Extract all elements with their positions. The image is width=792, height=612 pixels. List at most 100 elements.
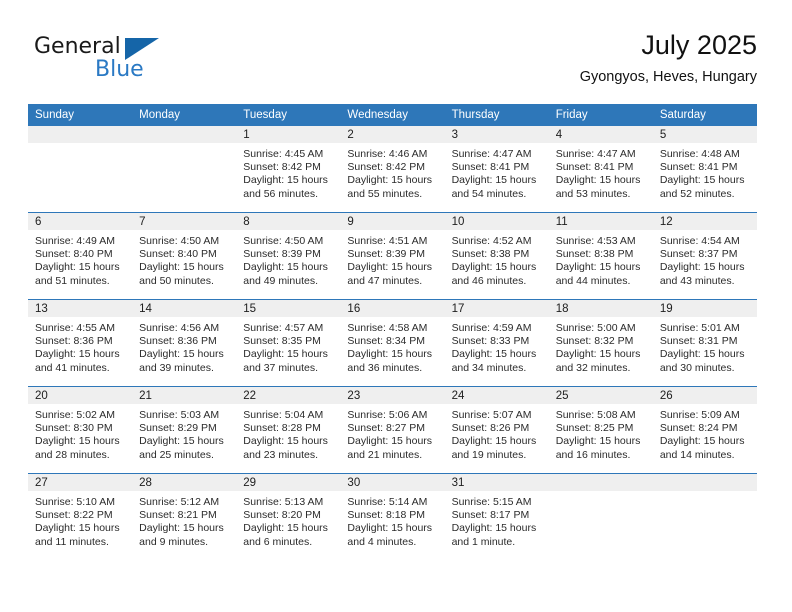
title-block: July 2025 Gyongyos, Heves, Hungary bbox=[580, 28, 757, 86]
daylight-text-line2: and 36 minutes. bbox=[347, 361, 423, 374]
daylight-text-line1: Daylight: 15 hours bbox=[347, 348, 433, 361]
calendar-table: Sunday Monday Tuesday Wednesday Thursday… bbox=[28, 104, 757, 560]
daylight-text-line1: Daylight: 15 hours bbox=[555, 435, 641, 448]
logo-text-blue: Blue bbox=[95, 57, 144, 82]
day-number: 26 bbox=[652, 387, 757, 404]
calendar-day-cell[interactable]: 31 Sunrise: 5:15 AM Sunset: 8:17 PM Dayl… bbox=[444, 473, 549, 560]
daylight-text-line1: Daylight: 15 hours bbox=[347, 435, 433, 448]
calendar-day-cell[interactable]: 3 Sunrise: 4:47 AM Sunset: 8:41 PM Dayli… bbox=[444, 126, 549, 213]
sunrise-text: Sunrise: 5:09 AM bbox=[659, 409, 740, 421]
sunrise-text: Sunrise: 4:45 AM bbox=[243, 148, 324, 160]
sunset-text: Sunset: 8:21 PM bbox=[139, 509, 217, 522]
daylight-text-line1: Daylight: 15 hours bbox=[139, 348, 224, 361]
day-number: 1 bbox=[236, 126, 341, 143]
calendar-day-cell[interactable]: 22 Sunrise: 5:04 AM Sunset: 8:28 PM Dayl… bbox=[236, 386, 341, 474]
day-details bbox=[132, 143, 236, 148]
calendar-week-row: 6 Sunrise: 4:49 AM Sunset: 8:40 PM Dayli… bbox=[28, 212, 757, 300]
calendar-day-cell[interactable]: 28 Sunrise: 5:12 AM Sunset: 8:21 PM Dayl… bbox=[132, 473, 237, 560]
sunrise-text: Sunrise: 4:55 AM bbox=[35, 322, 115, 334]
location-subtitle: Gyongyos, Heves, Hungary bbox=[579, 69, 757, 85]
calendar-day-cell[interactable]: 29 Sunrise: 5:13 AM Sunset: 8:20 PM Dayl… bbox=[236, 473, 341, 560]
day-details: Sunrise: 4:47 AM Sunset: 8:41 PM Dayligh… bbox=[445, 143, 549, 201]
day-details: Sunrise: 4:45 AM Sunset: 8:42 PM Dayligh… bbox=[236, 143, 340, 201]
calendar-week-row: 1 Sunrise: 4:45 AM Sunset: 8:42 PM Dayli… bbox=[28, 126, 757, 213]
calendar-day-cell[interactable]: 7 Sunrise: 4:50 AM Sunset: 8:40 PM Dayli… bbox=[132, 212, 237, 300]
day-number: 16 bbox=[340, 300, 445, 317]
sunrise-text: Sunrise: 5:01 AM bbox=[659, 322, 740, 334]
daylight-text-line2: and 52 minutes. bbox=[659, 187, 735, 200]
calendar-day-cell[interactable]: 5 Sunrise: 4:48 AM Sunset: 8:41 PM Dayli… bbox=[652, 126, 757, 213]
calendar-day-cell[interactable]: 23 Sunrise: 5:06 AM Sunset: 8:27 PM Dayl… bbox=[340, 386, 445, 474]
calendar-day-cell[interactable]: 25 Sunrise: 5:08 AM Sunset: 8:25 PM Dayl… bbox=[548, 386, 653, 474]
calendar-day-cell[interactable]: 26 Sunrise: 5:09 AM Sunset: 8:24 PM Dayl… bbox=[652, 386, 757, 474]
sunset-text: Sunset: 8:40 PM bbox=[139, 248, 217, 261]
day-number bbox=[28, 126, 133, 143]
sunset-text: Sunset: 8:42 PM bbox=[347, 161, 426, 174]
day-details: Sunrise: 5:09 AM Sunset: 8:24 PM Dayligh… bbox=[653, 404, 757, 462]
calendar-day-cell[interactable]: 11 Sunrise: 4:53 AM Sunset: 8:38 PM Dayl… bbox=[548, 212, 653, 300]
general-blue-logo[interactable]: General Blue bbox=[34, 34, 214, 90]
calendar-day-cell[interactable]: 9 Sunrise: 4:51 AM Sunset: 8:39 PM Dayli… bbox=[340, 212, 445, 300]
calendar-day-cell[interactable]: 1 Sunrise: 4:45 AM Sunset: 8:42 PM Dayli… bbox=[236, 126, 341, 213]
daylight-text-line1: Daylight: 15 hours bbox=[451, 174, 537, 187]
sunset-text: Sunset: 8:25 PM bbox=[555, 422, 634, 435]
daylight-text-line2: and 1 minute. bbox=[451, 535, 516, 548]
sunset-text: Sunset: 8:36 PM bbox=[35, 335, 113, 348]
calendar-header-row: Sunday Monday Tuesday Wednesday Thursday… bbox=[28, 104, 757, 126]
day-details: Sunrise: 5:07 AM Sunset: 8:26 PM Dayligh… bbox=[445, 404, 549, 462]
daylight-text-line2: and 19 minutes. bbox=[451, 448, 527, 461]
day-details: Sunrise: 5:15 AM Sunset: 8:17 PM Dayligh… bbox=[445, 491, 549, 549]
day-details bbox=[653, 491, 757, 496]
day-number: 18 bbox=[548, 300, 653, 317]
day-details bbox=[28, 143, 132, 148]
calendar-day-cell[interactable]: 16 Sunrise: 4:58 AM Sunset: 8:34 PM Dayl… bbox=[340, 299, 445, 387]
daylight-text-line1: Daylight: 15 hours bbox=[243, 261, 328, 274]
calendar-day-cell[interactable]: 10 Sunrise: 4:52 AM Sunset: 8:38 PM Dayl… bbox=[444, 212, 549, 300]
day-number: 12 bbox=[652, 213, 757, 230]
calendar-day-cell[interactable]: 27 Sunrise: 5:10 AM Sunset: 8:22 PM Dayl… bbox=[28, 473, 133, 560]
sunset-text: Sunset: 8:30 PM bbox=[35, 422, 113, 435]
calendar-day-cell[interactable]: 14 Sunrise: 4:56 AM Sunset: 8:36 PM Dayl… bbox=[132, 299, 237, 387]
calendar-day-cell bbox=[652, 473, 757, 560]
daylight-text-line1: Daylight: 15 hours bbox=[243, 174, 328, 187]
calendar-day-cell[interactable]: 13 Sunrise: 4:55 AM Sunset: 8:36 PM Dayl… bbox=[28, 299, 133, 387]
sunset-text: Sunset: 8:38 PM bbox=[555, 248, 634, 261]
sunrise-text: Sunrise: 4:53 AM bbox=[555, 235, 636, 247]
sunrise-text: Sunrise: 4:49 AM bbox=[35, 235, 115, 247]
day-number: 19 bbox=[652, 300, 757, 317]
daylight-text-line1: Daylight: 15 hours bbox=[347, 522, 433, 535]
daylight-text-line1: Daylight: 15 hours bbox=[659, 261, 745, 274]
calendar-day-cell[interactable]: 8 Sunrise: 4:50 AM Sunset: 8:39 PM Dayli… bbox=[236, 212, 341, 300]
daylight-text-line2: and 44 minutes. bbox=[555, 274, 631, 287]
calendar-day-cell[interactable]: 24 Sunrise: 5:07 AM Sunset: 8:26 PM Dayl… bbox=[444, 386, 549, 474]
sunrise-text: Sunrise: 4:47 AM bbox=[555, 148, 636, 160]
calendar-day-cell[interactable]: 12 Sunrise: 4:54 AM Sunset: 8:37 PM Dayl… bbox=[652, 212, 757, 300]
daylight-text-line2: and 34 minutes. bbox=[451, 361, 527, 374]
day-number: 15 bbox=[236, 300, 341, 317]
weekday-header-friday: Friday bbox=[548, 104, 653, 126]
calendar-day-cell[interactable]: 4 Sunrise: 4:47 AM Sunset: 8:41 PM Dayli… bbox=[548, 126, 653, 213]
day-number bbox=[548, 474, 653, 491]
calendar-day-cell[interactable]: 30 Sunrise: 5:14 AM Sunset: 8:18 PM Dayl… bbox=[340, 473, 445, 560]
sunset-text: Sunset: 8:32 PM bbox=[555, 335, 634, 348]
day-number: 8 bbox=[236, 213, 341, 230]
calendar-day-cell[interactable]: 18 Sunrise: 5:00 AM Sunset: 8:32 PM Dayl… bbox=[548, 299, 653, 387]
sunrise-text: Sunrise: 4:50 AM bbox=[243, 235, 324, 247]
sunrise-text: Sunrise: 4:46 AM bbox=[347, 148, 428, 160]
calendar-day-cell[interactable]: 15 Sunrise: 4:57 AM Sunset: 8:35 PM Dayl… bbox=[236, 299, 341, 387]
sunset-text: Sunset: 8:41 PM bbox=[451, 161, 530, 174]
calendar-day-cell[interactable]: 21 Sunrise: 5:03 AM Sunset: 8:29 PM Dayl… bbox=[132, 386, 237, 474]
day-number: 2 bbox=[340, 126, 445, 143]
sunset-text: Sunset: 8:33 PM bbox=[451, 335, 530, 348]
daylight-text-line2: and 16 minutes. bbox=[555, 448, 631, 461]
day-details: Sunrise: 4:48 AM Sunset: 8:41 PM Dayligh… bbox=[653, 143, 757, 201]
daylight-text-line1: Daylight: 15 hours bbox=[555, 261, 641, 274]
calendar-day-cell[interactable]: 19 Sunrise: 5:01 AM Sunset: 8:31 PM Dayl… bbox=[652, 299, 757, 387]
day-details: Sunrise: 5:04 AM Sunset: 8:28 PM Dayligh… bbox=[236, 404, 340, 462]
calendar-day-cell[interactable]: 17 Sunrise: 4:59 AM Sunset: 8:33 PM Dayl… bbox=[444, 299, 549, 387]
calendar-day-cell[interactable]: 2 Sunrise: 4:46 AM Sunset: 8:42 PM Dayli… bbox=[340, 126, 445, 213]
day-details: Sunrise: 5:02 AM Sunset: 8:30 PM Dayligh… bbox=[28, 404, 132, 462]
day-details: Sunrise: 4:54 AM Sunset: 8:37 PM Dayligh… bbox=[653, 230, 757, 288]
calendar-day-cell[interactable]: 6 Sunrise: 4:49 AM Sunset: 8:40 PM Dayli… bbox=[28, 212, 133, 300]
calendar-day-cell[interactable]: 20 Sunrise: 5:02 AM Sunset: 8:30 PM Dayl… bbox=[28, 386, 133, 474]
